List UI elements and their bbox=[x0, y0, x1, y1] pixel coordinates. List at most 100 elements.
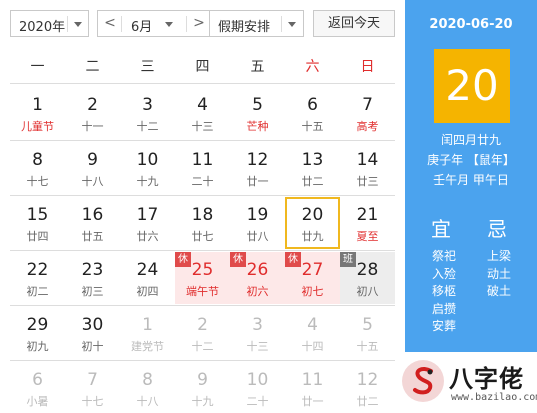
day-cell[interactable]: 休 26 初六 bbox=[230, 252, 285, 304]
weekday-label: 六 bbox=[305, 59, 320, 75]
day-cell[interactable]: 13 廿二 bbox=[285, 142, 340, 194]
day-cell[interactable]: 19 廿八 bbox=[230, 197, 285, 249]
day-cell[interactable]: 14 廿三 bbox=[340, 142, 395, 194]
year-select[interactable]: 2020年 bbox=[10, 10, 89, 37]
lunar-label: 十四 bbox=[301, 340, 324, 353]
day-detail-panel: 2020-06-20 20 闰四月廿九 庚子年 【鼠年】 壬午月 甲午日 宜 忌… bbox=[402, 0, 537, 413]
day-cell[interactable]: 5 芒种 bbox=[230, 87, 285, 139]
day-number: 23 bbox=[81, 260, 104, 280]
lunar-label: 十二 bbox=[136, 120, 159, 133]
weekday-label: 一 bbox=[30, 59, 45, 75]
lunar-label: 儿童节 bbox=[21, 120, 54, 133]
day-number: 29 bbox=[26, 315, 49, 335]
day-cell[interactable]: 15 廿四 bbox=[10, 197, 65, 249]
day-number: 30 bbox=[81, 315, 104, 335]
day-cell[interactable]: 17 廿六 bbox=[120, 197, 175, 249]
day-number: 1 bbox=[142, 315, 153, 335]
row-divider bbox=[10, 360, 395, 361]
day-cell[interactable]: 8 十七 bbox=[10, 142, 65, 194]
year-value: 2020年 bbox=[19, 20, 66, 35]
lunar-label: 芒种 bbox=[246, 120, 269, 133]
lunar-date: 闰四月廿九 bbox=[440, 133, 501, 147]
lunar-label: 十五 bbox=[301, 120, 324, 133]
back-to-today-button[interactable]: 返回今天 bbox=[313, 10, 395, 37]
day-cell[interactable]: 29 初九 bbox=[10, 307, 65, 359]
logo-url: www.bazilao.com bbox=[451, 392, 537, 403]
day-cell[interactable]: 休 27 初七 bbox=[285, 252, 340, 304]
site-logo[interactable]: 八字佬 www.bazilao.com bbox=[402, 352, 537, 413]
row-divider bbox=[10, 140, 395, 141]
day-cell[interactable]: 18 廿七 bbox=[175, 197, 230, 249]
lunar-label: 初八 bbox=[356, 285, 379, 298]
lunar-label: 廿三 bbox=[356, 175, 379, 188]
day-cell[interactable]: 3 十二 bbox=[120, 87, 175, 139]
lunar-label: 廿八 bbox=[246, 230, 269, 243]
lunar-label: 初三 bbox=[81, 285, 104, 298]
day-cell[interactable]: 16 廿五 bbox=[65, 197, 120, 249]
lunar-label: 廿四 bbox=[26, 230, 49, 243]
day-number: 2 bbox=[87, 95, 98, 115]
day-number: 26 bbox=[246, 260, 269, 280]
day-cell[interactable]: 24 初四 bbox=[120, 252, 175, 304]
day-number: 17 bbox=[136, 205, 159, 225]
day-number: 5 bbox=[252, 95, 263, 115]
day-cell[interactable]: 5 十五 bbox=[340, 307, 395, 359]
day-cell[interactable]: 30 初十 bbox=[65, 307, 120, 359]
day-number: 9 bbox=[197, 370, 208, 390]
row-divider bbox=[10, 195, 395, 196]
yi-heading: 宜 bbox=[431, 217, 451, 241]
day-number: 19 bbox=[246, 205, 269, 225]
day-cell[interactable]: 2 十二 bbox=[175, 307, 230, 359]
day-cell[interactable]: 23 初三 bbox=[65, 252, 120, 304]
day-cell[interactable]: 12 廿二 bbox=[340, 362, 395, 413]
day-cell[interactable]: 11 廿一 bbox=[285, 362, 340, 413]
next-month-button[interactable]: > bbox=[187, 11, 211, 36]
lunar-label: 廿二 bbox=[301, 175, 324, 188]
yi-item: 安葬 bbox=[431, 319, 456, 333]
day-cell[interactable]: 6 小暑 bbox=[10, 362, 65, 413]
ji-item: 破土 bbox=[486, 284, 511, 298]
day-cell[interactable]: 11 二十 bbox=[175, 142, 230, 194]
lunar-label: 十三 bbox=[191, 120, 214, 133]
weekday-label: 四 bbox=[195, 59, 210, 75]
day-cell[interactable]: 10 二十 bbox=[230, 362, 285, 413]
day-cell[interactable]: 8 十八 bbox=[120, 362, 175, 413]
lunar-label: 十三 bbox=[246, 340, 269, 353]
day-cell[interactable]: 20 廿九 bbox=[285, 197, 340, 249]
holiday-select-value: 假期安排 bbox=[218, 20, 271, 35]
day-cell[interactable]: 休 25 端午节 bbox=[175, 252, 230, 304]
day-cell[interactable]: 1 儿童节 bbox=[10, 87, 65, 139]
day-number: 3 bbox=[142, 95, 153, 115]
holiday-select[interactable]: 假期安排 bbox=[209, 10, 304, 37]
day-number: 12 bbox=[356, 370, 379, 390]
lunar-label: 廿六 bbox=[136, 230, 159, 243]
lunar-label: 十二 bbox=[191, 340, 214, 353]
lunar-label: 二十 bbox=[191, 175, 214, 188]
day-number: 22 bbox=[26, 260, 49, 280]
day-cell[interactable]: 7 十七 bbox=[65, 362, 120, 413]
day-cell[interactable]: 21 夏至 bbox=[340, 197, 395, 249]
day-cell[interactable]: 2 十一 bbox=[65, 87, 120, 139]
day-cell[interactable]: 9 十九 bbox=[175, 362, 230, 413]
day-number: 15 bbox=[26, 205, 49, 225]
day-cell[interactable]: 10 十九 bbox=[120, 142, 175, 194]
day-number: 10 bbox=[136, 150, 159, 170]
month-navigator: < 6月 > bbox=[97, 10, 211, 37]
weekday-label: 三 bbox=[140, 59, 155, 75]
day-cell[interactable]: 9 十八 bbox=[65, 142, 120, 194]
divider bbox=[10, 83, 395, 84]
day-cell[interactable]: 4 十四 bbox=[285, 307, 340, 359]
day-number: 16 bbox=[81, 205, 104, 225]
prev-month-button[interactable]: < bbox=[98, 11, 122, 36]
day-cell[interactable]: 3 十三 bbox=[230, 307, 285, 359]
day-cell[interactable]: 6 十五 bbox=[285, 87, 340, 139]
day-cell[interactable]: 22 初二 bbox=[10, 252, 65, 304]
day-cell[interactable]: 1 建党节 bbox=[120, 307, 175, 359]
day-number: 12 bbox=[246, 150, 269, 170]
day-cell[interactable]: 班 28 初八 bbox=[340, 252, 395, 304]
day-cell[interactable]: 12 廿一 bbox=[230, 142, 285, 194]
day-cell[interactable]: 4 十三 bbox=[175, 87, 230, 139]
lunar-label: 十九 bbox=[136, 175, 159, 188]
day-cell[interactable]: 7 高考 bbox=[340, 87, 395, 139]
month-value[interactable]: 6月 bbox=[131, 16, 152, 35]
